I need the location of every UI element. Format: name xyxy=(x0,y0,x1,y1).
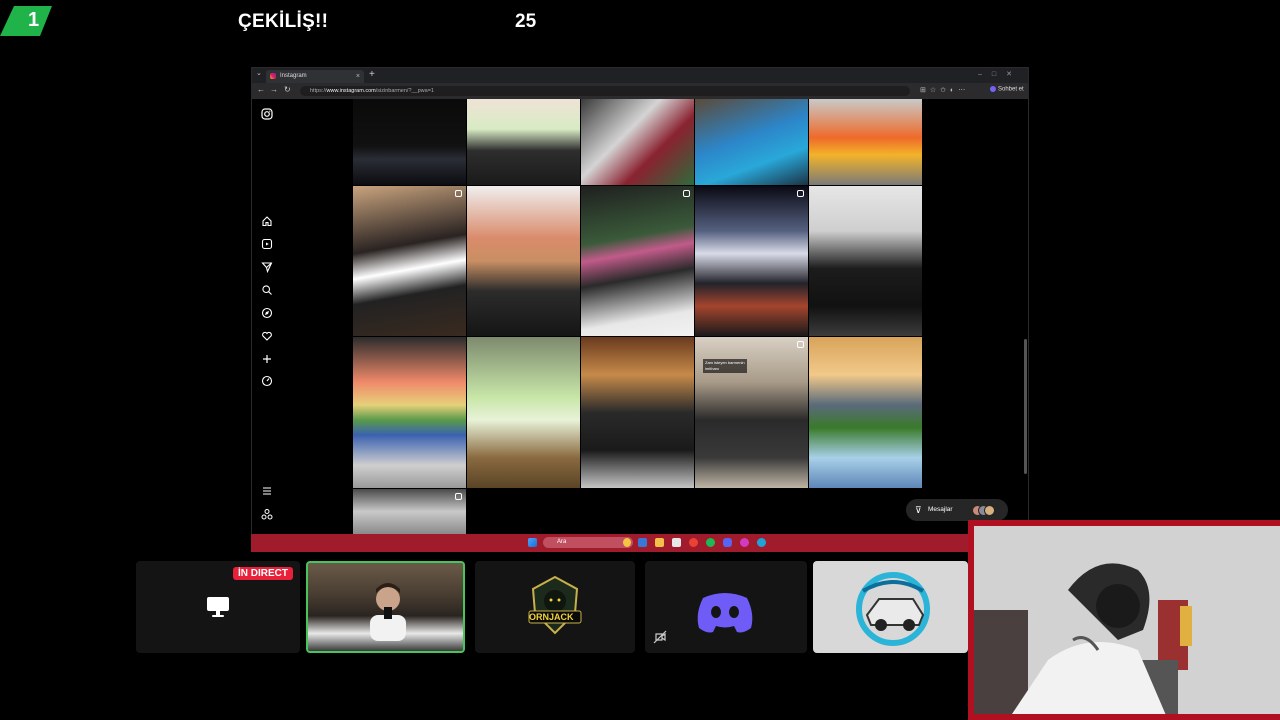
grid-post[interactable] xyxy=(695,186,808,336)
camera-off-icon xyxy=(653,630,667,644)
grid-post[interactable] xyxy=(809,186,922,336)
grid-post[interactable] xyxy=(809,99,922,185)
search-icon[interactable] xyxy=(261,284,273,296)
grid-post[interactable] xyxy=(353,337,466,488)
reel-icon xyxy=(797,341,804,348)
tab-instagram[interactable]: Instagram × xyxy=(266,70,364,83)
grid-post[interactable] xyxy=(581,99,694,185)
browser-toolbar-icons[interactable]: ⊞☆✩◐⋯ xyxy=(920,86,969,94)
search-highlight-icon xyxy=(623,538,631,547)
store-icon[interactable] xyxy=(672,538,681,547)
start-icon[interactable] xyxy=(528,538,537,547)
grid-post[interactable] xyxy=(581,186,694,336)
tab-bar: ⌄ Instagram × + –□✕ xyxy=(252,68,1028,83)
grid-post[interactable] xyxy=(467,99,580,185)
edge-icon[interactable] xyxy=(757,538,766,547)
grid-post[interactable] xyxy=(467,186,580,336)
rank-badge-number: 1 xyxy=(28,9,40,31)
spotify-icon[interactable] xyxy=(706,538,715,547)
windows-taskbar: Ara xyxy=(251,534,1029,552)
participant-video xyxy=(370,583,406,641)
tab-list-icon[interactable]: ⌄ xyxy=(256,69,262,77)
discord-icon xyxy=(697,593,753,633)
post-caption: Zam isteyen barmenin imtihanı xyxy=(703,359,747,373)
avatar xyxy=(984,505,995,516)
giveaway-title: ÇEKİLİŞ!! xyxy=(238,11,329,32)
instagram-page: Zam isteyen barmenin imtihanı ⊽ Mesajlar xyxy=(252,99,1028,534)
window-controls[interactable]: –□✕ xyxy=(978,70,1022,78)
url-path: /sizinbarmen/?__pwa=1 xyxy=(375,88,434,94)
instagram-sidebar xyxy=(252,99,282,534)
obs-icon[interactable] xyxy=(740,538,749,547)
task-view-icon[interactable] xyxy=(638,538,647,547)
reels-icon[interactable] xyxy=(261,238,273,250)
grid-post[interactable] xyxy=(581,337,694,488)
streamer-webcam xyxy=(968,520,1280,720)
grid-post[interactable] xyxy=(353,186,466,336)
url-input[interactable]: https://www.instagram.com/sizinbarmen/?_… xyxy=(300,86,910,96)
ornjack-logo-icon xyxy=(528,575,582,635)
participant-tile-ornjack[interactable]: ORNJACK xyxy=(475,561,635,653)
direct-icon[interactable] xyxy=(261,261,273,273)
participant-tile-discord[interactable] xyxy=(645,561,807,653)
heart-icon[interactable] xyxy=(261,330,273,342)
messages-button[interactable]: ⊽ Mesajlar xyxy=(906,499,1008,521)
tab-title: Instagram xyxy=(280,73,307,79)
profile-post-grid: Zam isteyen barmenin imtihanı xyxy=(353,99,923,534)
back-icon[interactable]: ← xyxy=(257,85,265,94)
forward-icon[interactable]: → xyxy=(270,85,278,94)
explore-icon[interactable] xyxy=(261,307,273,319)
search-placeholder: Ara xyxy=(557,539,567,545)
participant-tile-avatar[interactable] xyxy=(813,561,968,653)
instagram-favicon-icon xyxy=(270,73,276,79)
direct-icon: ⊽ xyxy=(915,505,922,515)
grid-post[interactable] xyxy=(809,337,922,488)
tab-close-icon[interactable]: × xyxy=(356,70,360,83)
screen-share-icon xyxy=(207,597,229,617)
participant-tile-camera[interactable] xyxy=(306,561,465,653)
webcam-video xyxy=(968,520,1280,720)
giveaway-count: 25 xyxy=(515,11,537,32)
participant-avatar xyxy=(856,572,930,646)
reload-icon[interactable]: ↻ xyxy=(284,85,291,94)
instagram-logo-icon[interactable] xyxy=(261,108,273,120)
create-icon[interactable] xyxy=(261,353,273,365)
messages-label: Mesajlar xyxy=(928,506,953,513)
grid-post[interactable] xyxy=(353,489,466,534)
address-bar: ← → ↻ https://www.instagram.com/sizinbar… xyxy=(252,83,1028,100)
chat-label: Sohbet et xyxy=(998,86,1024,93)
page-scrollbar[interactable] xyxy=(1024,339,1027,474)
browser-window: ⌄ Instagram × + –□✕ ← → ↻ https://www.in… xyxy=(251,67,1029,535)
discord-icon[interactable] xyxy=(723,538,732,547)
threads-icon[interactable] xyxy=(261,508,273,520)
taskbar-search-input[interactable]: Ara xyxy=(543,537,633,548)
reel-icon xyxy=(797,190,804,197)
new-tab-button[interactable]: + xyxy=(369,69,375,80)
grid-post[interactable] xyxy=(695,99,808,185)
grid-post[interactable] xyxy=(353,99,466,185)
url-host: www.instagram.com xyxy=(326,88,376,94)
chrome-icon[interactable] xyxy=(689,538,698,547)
menu-icon[interactable] xyxy=(261,485,273,497)
rank-badge xyxy=(0,6,52,36)
ornjack-label: ORNJACK xyxy=(529,612,574,622)
copilot-icon xyxy=(990,86,996,92)
live-badge: İN DIRECT xyxy=(233,567,293,580)
file-explorer-icon[interactable] xyxy=(655,538,664,547)
grid-post[interactable]: Zam isteyen barmenin imtihanı xyxy=(695,337,808,488)
reel-icon xyxy=(455,190,462,197)
reel-icon xyxy=(455,493,462,500)
profile-icon[interactable] xyxy=(261,375,273,387)
url-scheme: https:// xyxy=(310,88,327,94)
reel-icon xyxy=(683,190,690,197)
home-icon[interactable] xyxy=(261,215,273,227)
copilot-chat-button[interactable]: Sohbet et xyxy=(990,86,1024,93)
grid-post[interactable] xyxy=(467,337,580,488)
